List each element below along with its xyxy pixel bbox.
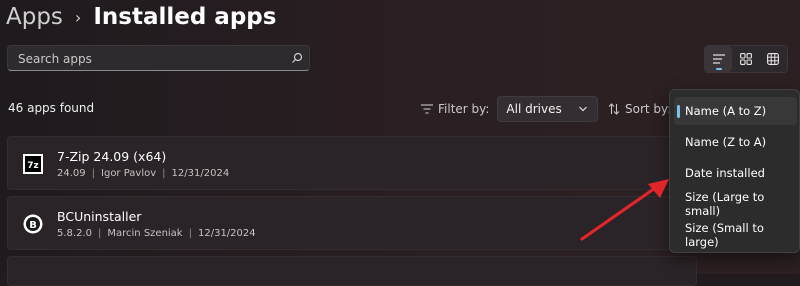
table-view-icon bbox=[767, 53, 780, 65]
7zip-icon: 7z bbox=[23, 154, 43, 174]
list-view-button[interactable] bbox=[705, 46, 733, 72]
tile-view-button[interactable] bbox=[760, 46, 787, 72]
app-name: BCUninstaller bbox=[57, 209, 142, 224]
sort-option-name-asc[interactable]: Name (A to Z) bbox=[674, 97, 797, 125]
annotation-arrow-icon bbox=[580, 179, 669, 241]
breadcrumb: Apps › Installed apps bbox=[6, 0, 276, 34]
app-version: 24.09 bbox=[57, 168, 86, 179]
sort-option-label: Name (A to Z) bbox=[685, 104, 767, 118]
drive-filter-value: All drives bbox=[506, 102, 562, 116]
sort-option-size-asc[interactable]: Size (Small to large) bbox=[674, 221, 797, 249]
sort-option-size-desc[interactable]: Size (Large to small) bbox=[674, 190, 797, 218]
app-details: 24.09 | Igor Pavlov | 12/31/2024 bbox=[57, 168, 229, 179]
sort-option-label: Size (Small to large) bbox=[685, 221, 764, 249]
divider: | bbox=[162, 168, 166, 179]
selection-indicator bbox=[677, 105, 680, 118]
list-view-icon bbox=[712, 54, 725, 64]
search-box[interactable] bbox=[7, 45, 310, 71]
app-name: 7-Zip 24.09 (x64) bbox=[57, 149, 167, 164]
apps-count: 46 apps found bbox=[8, 101, 95, 115]
chevron-right-icon: › bbox=[74, 7, 82, 27]
sort-option-name-desc[interactable]: Name (Z to A) bbox=[674, 128, 797, 156]
app-version: 5.8.2.0 bbox=[57, 228, 92, 239]
sort-dropdown-menu: Name (A to Z) Name (Z to A) Date install… bbox=[669, 89, 800, 253]
app-publisher: Igor Pavlov bbox=[101, 168, 157, 179]
sort-option-label: Date installed bbox=[685, 166, 765, 180]
app-details: 5.8.2.0 | Marcin Szeniak | 12/31/2024 bbox=[57, 228, 256, 239]
breadcrumb-apps[interactable]: Apps bbox=[6, 4, 63, 30]
app-row[interactable] bbox=[7, 256, 697, 286]
svg-text:7z: 7z bbox=[27, 161, 39, 171]
sort-option-label: Size (Large to small) bbox=[685, 190, 765, 218]
bcuninstaller-icon: B bbox=[23, 214, 43, 234]
filter-control: Filter by: All drives bbox=[421, 96, 599, 122]
app-install-date: 12/31/2024 bbox=[197, 228, 256, 239]
divider: | bbox=[98, 228, 102, 239]
sort-label: Sort by: bbox=[625, 102, 672, 116]
app-install-date: 12/31/2024 bbox=[171, 168, 230, 179]
grid-view-icon bbox=[740, 53, 752, 65]
view-toggle bbox=[704, 45, 788, 73]
grid-view-button[interactable] bbox=[732, 46, 759, 72]
search-icon[interactable] bbox=[291, 52, 303, 64]
page-title: Installed apps bbox=[93, 4, 277, 30]
sort-icon bbox=[608, 103, 620, 115]
divider: | bbox=[91, 168, 96, 179]
drive-filter-dropdown[interactable]: All drives bbox=[497, 96, 599, 122]
chevron-down-icon bbox=[579, 106, 588, 112]
filter-label: Filter by: bbox=[438, 102, 490, 116]
sort-option-date-installed[interactable]: Date installed bbox=[674, 159, 797, 187]
sort-control: Sort by: bbox=[608, 96, 671, 122]
app-publisher: Marcin Szeniak bbox=[107, 228, 183, 239]
svg-text:B: B bbox=[29, 220, 37, 231]
filter-icon bbox=[421, 104, 433, 114]
sort-option-label: Name (Z to A) bbox=[685, 135, 767, 149]
search-input[interactable] bbox=[16, 49, 290, 69]
divider: | bbox=[188, 228, 192, 239]
